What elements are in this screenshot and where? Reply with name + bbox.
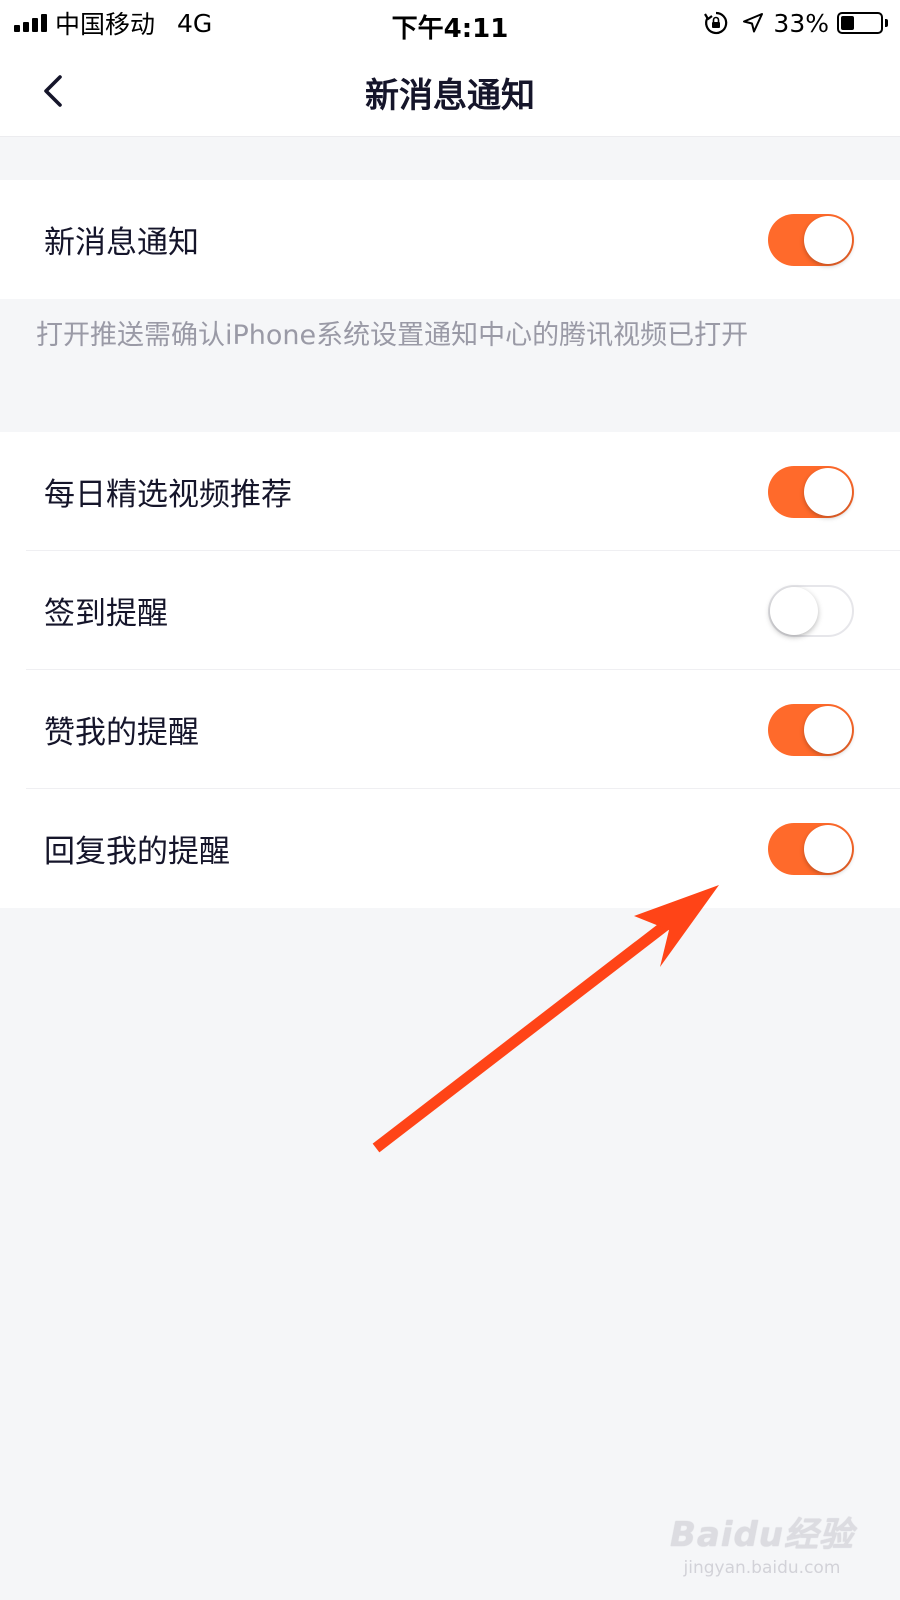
daily-recommend-toggle[interactable]: [768, 465, 854, 518]
setting-row: 回复我的提醒: [0, 789, 900, 908]
toggle-knob: [804, 824, 852, 873]
setting-label: 每日精选视频推荐: [44, 477, 292, 513]
page-title: 新消息通知: [365, 76, 535, 116]
reply-reminder-toggle[interactable]: [768, 822, 854, 875]
setting-row: 每日精选视频推荐: [0, 432, 900, 551]
main-setting-section: 新消息通知: [0, 180, 900, 299]
watermark-logo: Baidu经验: [669, 1515, 854, 1555]
setting-row: 签到提醒: [0, 551, 900, 670]
battery-percent: 33%: [773, 8, 829, 38]
notification-settings-section: 每日精选视频推荐 签到提醒 赞我的提醒 回复我的提醒: [0, 432, 900, 908]
rotation-lock-icon: [703, 10, 729, 36]
toggle-knob: [804, 215, 852, 264]
hint-text: 打开推送需确认iPhone系统设置通知中心的腾讯视频已打开: [36, 320, 749, 351]
toggle-knob: [804, 467, 852, 516]
like-reminder-toggle[interactable]: [768, 703, 854, 756]
baidu-watermark: Baidu经验 jingyan.baidu.com: [670, 1507, 854, 1578]
checkin-reminder-toggle[interactable]: [768, 584, 854, 637]
battery-icon: [837, 12, 883, 34]
setting-row-new-message: 新消息通知: [0, 180, 900, 299]
location-arrow-icon: [741, 11, 765, 35]
setting-label: 签到提醒: [44, 596, 168, 632]
setting-label: 新消息通知: [44, 225, 199, 261]
new-message-toggle[interactable]: [768, 213, 854, 266]
watermark-url: jingyan.baidu.com: [683, 1558, 841, 1578]
navigation-bar: 新消息通知: [0, 46, 900, 137]
status-bar: 中国移动 4G 下午4:11 33%: [0, 0, 900, 46]
status-right: 33%: [703, 8, 888, 38]
toggle-knob: [770, 586, 818, 635]
setting-row: 赞我的提醒: [0, 670, 900, 789]
battery-tip: [885, 19, 888, 27]
setting-label: 回复我的提醒: [44, 834, 230, 870]
setting-label: 赞我的提醒: [44, 715, 199, 751]
toggle-knob: [804, 705, 852, 754]
